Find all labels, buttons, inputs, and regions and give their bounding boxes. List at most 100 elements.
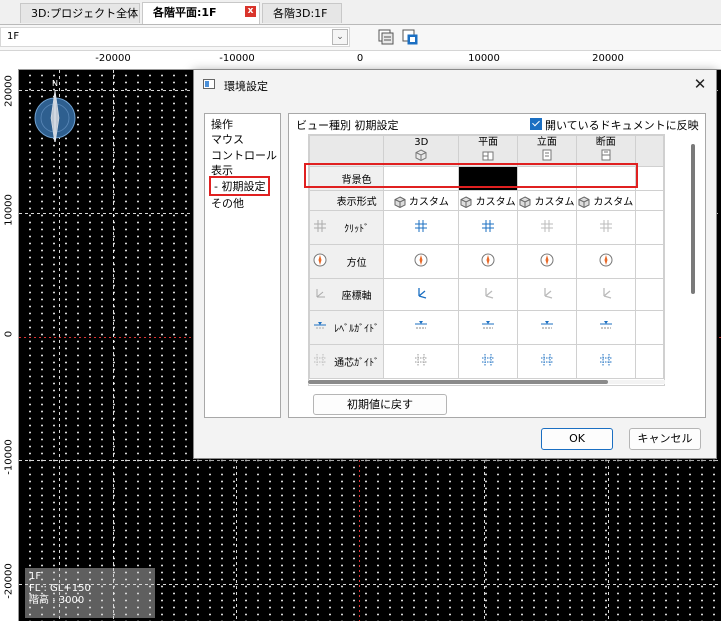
row-header-axes: 座標軸 [309,278,385,311]
cube-icon [460,196,472,208]
ruler-top-label: -20000 [95,53,131,64]
grid-icon [314,220,326,232]
ruler-top-label: 10000 [468,53,500,64]
ruler-left-label: 10000 [3,194,15,226]
compass-icon [313,253,327,267]
sync-documents-checkbox[interactable]: 開いているドキュメントに反映 [530,117,699,133]
level-guide-cell-section[interactable] [575,310,636,345]
empty-cell [634,210,664,245]
column-label: 3D [414,137,429,148]
category-item-display[interactable]: 表示 [211,162,233,178]
panel-title: ビュー種別 初期設定 [296,119,399,132]
compass-icon: N [34,79,76,142]
category-item-other[interactable]: その他 [211,195,244,211]
grid-cell-elevation[interactable] [516,210,577,245]
center-guide-cell-3d[interactable] [383,344,460,379]
plan-view-icon [482,151,494,161]
column-header-empty [634,135,664,167]
grid-icon [599,220,612,232]
floor-info-name: 1F [29,571,42,582]
category-item-initial-settings[interactable]: - 初期設定 [208,176,271,196]
axes-icon [603,288,611,299]
dialog-titlebar[interactable]: 環境設定 ✕ [194,70,716,100]
checkbox-checked-icon[interactable] [530,118,542,130]
display-format-value: カスタム [408,197,449,208]
compass-icon [540,253,554,267]
axes-icon [418,288,427,299]
grid-cell-3d[interactable] [383,210,460,245]
floor-select-value: 1F [7,31,20,42]
toolbar: 1F ⌄ [0,25,721,51]
direction-cell-3d[interactable] [383,244,460,279]
ruler-left-label: -10000 [3,439,15,475]
row-label: ｸﾘｯﾄﾞ [344,224,370,235]
grid-cell-plan[interactable] [458,210,518,245]
chevron-down-icon[interactable]: ⌄ [332,29,348,45]
grid-line [59,70,60,621]
row-header-display-format: 表示形式 [309,190,385,211]
level-guide-icon [415,321,428,329]
tab-3d-project[interactable]: 3D:プロジェクト全体 [20,3,140,23]
preferences-dialog: 環境設定 ✕ 操作 マウス コントロール 表示 - 初期設定 その他 ビュー種別… [193,69,717,459]
category-item-control[interactable]: コントロール [211,147,277,163]
column-header-3d: 3D [383,135,460,167]
ok-button[interactable]: OK [541,428,613,450]
horizontal-scrollbar[interactable] [308,380,665,384]
display-format-cell-3d[interactable]: カスタム [383,190,460,211]
axes-cell-section[interactable] [575,278,636,311]
direction-cell-elevation[interactable] [516,244,577,279]
grid-cell-section[interactable] [575,210,636,245]
level-guide-cell-plan[interactable] [458,310,518,345]
center-guide-icon [482,354,495,366]
tab-floor-plan-1f[interactable]: 各階平面:1F [142,2,260,24]
reset-defaults-button[interactable]: 初期値に戻す [313,394,447,415]
level-guide-icon [482,321,495,329]
axes-cell-elevation[interactable] [516,278,577,311]
display-format-cell-elevation[interactable]: カスタム [516,190,577,211]
tab-floor-3d-1f[interactable]: 各階3D:1F [262,3,342,23]
direction-cell-plan[interactable] [458,244,518,279]
center-guide-cell-elevation[interactable] [516,344,577,379]
row-label: ﾚﾍﾞﾙｶﾞｲﾄﾞ [334,324,380,335]
level-guide-cell-elevation[interactable] [516,310,577,345]
compass-label: N [52,79,58,88]
close-icon[interactable]: ✕ [692,76,708,92]
window-icon [203,79,215,89]
empty-cell [634,278,664,311]
axes-icon [485,288,494,299]
display-format-value: カスタム [534,197,575,208]
display-format-cell-plan[interactable]: カスタム [458,190,518,211]
grid-corner [309,135,385,167]
axes-cell-3d[interactable] [383,278,460,311]
level-guide-cell-3d[interactable] [383,310,460,345]
center-guide-icon [314,354,326,366]
bg-color-highlight [304,163,638,188]
axes-icon [316,289,325,298]
display-format-cell-section[interactable]: カスタム [575,190,636,211]
floor-copy-icon[interactable] [378,29,394,45]
row-label: 座標軸 [341,291,372,302]
ruler-left-label: 20000 [3,75,15,107]
tab-close-icon[interactable]: x [245,6,256,17]
axes-icon [544,288,553,299]
category-item-operation[interactable]: 操作 [211,116,233,132]
floor-info-height: 階高 : 3000 [29,595,85,606]
cube-icon [394,196,406,208]
row-header-level-guide: ﾚﾍﾞﾙｶﾞｲﾄﾞ [309,310,385,345]
vertical-scrollbar[interactable] [691,144,695,294]
floor-settings-icon[interactable] [402,29,418,45]
ruler-top-label: -10000 [219,53,255,64]
empty-cell [634,166,664,191]
column-label: 平面 [478,137,499,148]
direction-cell-section[interactable] [575,244,636,279]
center-guide-cell-section[interactable] [575,344,636,379]
floor-select[interactable]: 1F ⌄ [0,27,350,47]
center-guide-cell-plan[interactable] [458,344,518,379]
cube-view-icon [415,149,427,162]
ruler-top-label: 0 [356,53,364,64]
category-item-mouse[interactable]: マウス [211,131,244,147]
axes-cell-plan[interactable] [458,278,518,311]
cancel-button[interactable]: キャンセル [629,428,701,450]
cube-icon [519,196,531,208]
empty-cell [634,310,664,345]
